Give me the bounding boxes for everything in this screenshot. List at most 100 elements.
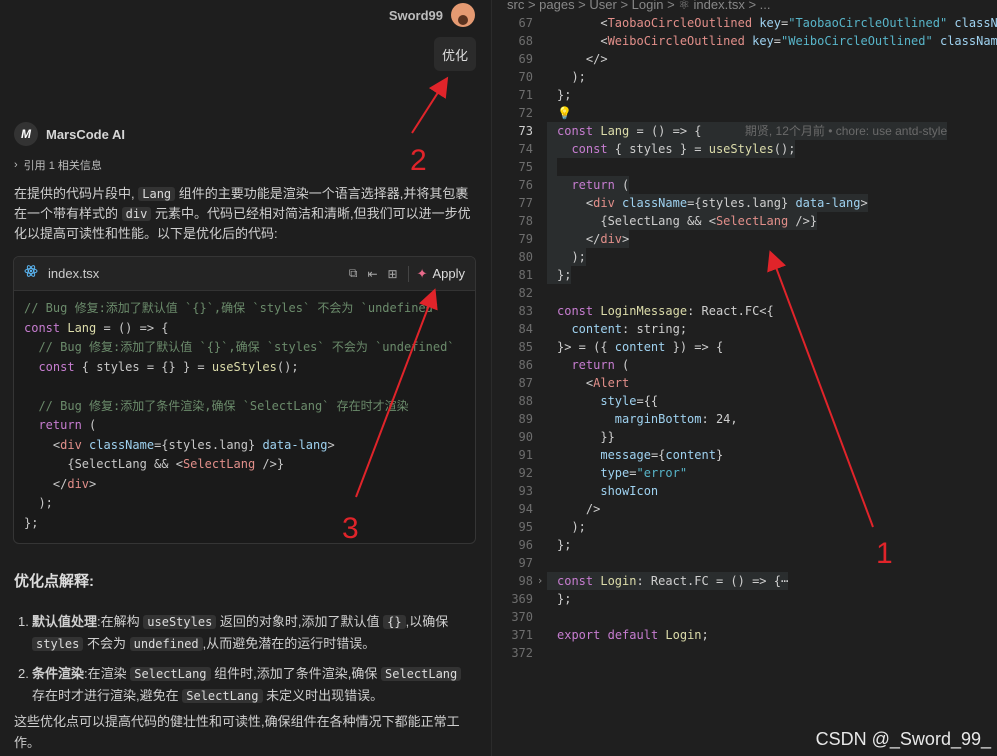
- editor-line[interactable]: 77 <div className={styles.lang} data-lan…: [493, 194, 997, 212]
- editor-line[interactable]: 372: [493, 644, 997, 662]
- editor-line[interactable]: 95 );: [493, 518, 997, 536]
- editor-line[interactable]: 82: [493, 284, 997, 302]
- code-text: return (: [547, 176, 630, 194]
- gutter: [533, 32, 547, 50]
- list-item: 1. 默认值处理:在解构 useStyles 返回的对象时,添加了默认值 {},…: [18, 611, 476, 655]
- code-line: return (: [38, 418, 97, 432]
- code-text: };: [557, 88, 572, 102]
- line-number: 96: [518, 538, 533, 552]
- gutter: [533, 230, 547, 248]
- editor-line[interactable]: 75: [493, 158, 997, 176]
- fold-chevron-icon[interactable]: ›: [533, 572, 547, 590]
- editor-line[interactable]: 79 </div>: [493, 230, 997, 248]
- item-text: :在解构: [97, 614, 140, 629]
- reference-toggle[interactable]: › 引用 1 相关信息: [14, 157, 102, 173]
- line-number: 85: [518, 340, 533, 354]
- inline-code: {}: [383, 615, 406, 629]
- react-icon: [24, 264, 38, 283]
- editor-line[interactable]: 71};: [493, 86, 997, 104]
- gutter: [533, 536, 547, 554]
- line-number: 95: [518, 520, 533, 534]
- avatar[interactable]: [451, 3, 475, 27]
- editor-line[interactable]: 74 const { styles } = useStyles();: [493, 140, 997, 158]
- gutter: [533, 500, 547, 518]
- copy-icon[interactable]: ⧉: [349, 266, 358, 281]
- gutter: [533, 446, 547, 464]
- gutter: [533, 320, 547, 338]
- code-text: const { styles } = useStyles();: [547, 140, 796, 158]
- editor-line[interactable]: 94 />: [493, 500, 997, 518]
- inline-code: styles: [32, 637, 84, 651]
- gutter: [533, 86, 547, 104]
- editor-line[interactable]: 83 const LoginMessage: React.FC<{: [493, 302, 997, 320]
- code-text: <TaobaoCircleOutlined key="TaobaoCircleO…: [557, 16, 997, 30]
- editor-line[interactable]: 370: [493, 608, 997, 626]
- gutter: [533, 212, 547, 230]
- editor-line[interactable]: 369};: [493, 590, 997, 608]
- editor-line[interactable]: 92 type="error": [493, 464, 997, 482]
- line-number: 84: [518, 322, 533, 336]
- editor-line[interactable]: 371 export default Login;: [493, 626, 997, 644]
- code-text: type="error": [600, 466, 688, 480]
- marscode-logo-icon: M: [14, 122, 38, 146]
- line-number: 67: [518, 16, 533, 30]
- code-text: const LoginMessage: React.FC<{: [557, 304, 774, 318]
- item-text: 存在时才进行渲染,避免在: [32, 688, 179, 703]
- editor-line[interactable]: 90 }}: [493, 428, 997, 446]
- gutter: [533, 518, 547, 536]
- editor-line[interactable]: 73 const Lang = () => { 期贤, 12个月前 • chore…: [493, 122, 997, 140]
- editor-lines[interactable]: 67 <TaobaoCircleOutlined key="TaobaoCirc…: [493, 14, 997, 662]
- line-number: 90: [518, 430, 533, 444]
- list-number: 1.: [18, 614, 29, 629]
- editor-line[interactable]: 70 );: [493, 68, 997, 86]
- explain-title: 优化点解释:: [14, 573, 94, 590]
- line-number: 89: [518, 412, 533, 426]
- editor-line[interactable]: 84 content: string;: [493, 320, 997, 338]
- code-text: style={{: [600, 394, 659, 408]
- code-text: content: string;: [571, 322, 688, 336]
- editor-line[interactable]: 97: [493, 554, 997, 572]
- code-text: </div>: [547, 230, 630, 248]
- editor-line[interactable]: 72 💡: [493, 104, 997, 122]
- code-text: };: [557, 538, 572, 552]
- gutter: [533, 266, 547, 284]
- code-text: }> = ({ content }) => {: [557, 340, 724, 354]
- editor-line[interactable]: 67 <TaobaoCircleOutlined key="TaobaoCirc…: [493, 14, 997, 32]
- editor-line[interactable]: 93 showIcon: [493, 482, 997, 500]
- line-number: 369: [511, 592, 533, 606]
- inline-code: undefined: [129, 637, 203, 651]
- editor-line[interactable]: 98 › const Login: React.FC = () => {⋯: [493, 572, 997, 590]
- new-file-icon[interactable]: ⊞: [388, 267, 398, 281]
- editor-line[interactable]: 68 <WeiboCircleOutlined key="WeiboCircle…: [493, 32, 997, 50]
- code-text: <div className={styles.lang} data-lang>: [547, 194, 868, 212]
- editor-line[interactable]: 80 );: [493, 248, 997, 266]
- editor-line[interactable]: 69 </>: [493, 50, 997, 68]
- line-number: 76: [518, 178, 533, 192]
- editor-line[interactable]: 89 marginBottom: 24,: [493, 410, 997, 428]
- line-number: 93: [518, 484, 533, 498]
- breadcrumb[interactable]: src > pages > User > Login > ⚛ index.tsx…: [493, 0, 997, 12]
- code-text: };: [547, 266, 572, 284]
- editor-line[interactable]: 78 {SelectLang && <SelectLang />}: [493, 212, 997, 230]
- inline-code: SelectLang: [130, 667, 211, 681]
- editor-line[interactable]: 86 return (: [493, 356, 997, 374]
- line-number: 83: [518, 304, 533, 318]
- editor-line[interactable]: 85 }> = ({ content }) => {: [493, 338, 997, 356]
- editor-line[interactable]: 76 return (: [493, 176, 997, 194]
- apply-button[interactable]: ✦ Apply: [407, 265, 465, 282]
- line-number: 80: [518, 250, 533, 264]
- inline-code: Lang: [138, 187, 176, 201]
- gutter: [533, 140, 547, 158]
- editor-line[interactable]: 87 <Alert: [493, 374, 997, 392]
- code-line: const Lang = () => {: [24, 320, 169, 335]
- editor-line[interactable]: 96};: [493, 536, 997, 554]
- editor-line[interactable]: 81};: [493, 266, 997, 284]
- line-number: 94: [518, 502, 533, 516]
- user-header: Sword99: [389, 3, 475, 27]
- insert-icon[interactable]: ⇤: [367, 267, 377, 281]
- code-text: }}: [557, 430, 615, 444]
- editor-line[interactable]: 91 message={content}: [493, 446, 997, 464]
- editor-line[interactable]: 88 style={{: [493, 392, 997, 410]
